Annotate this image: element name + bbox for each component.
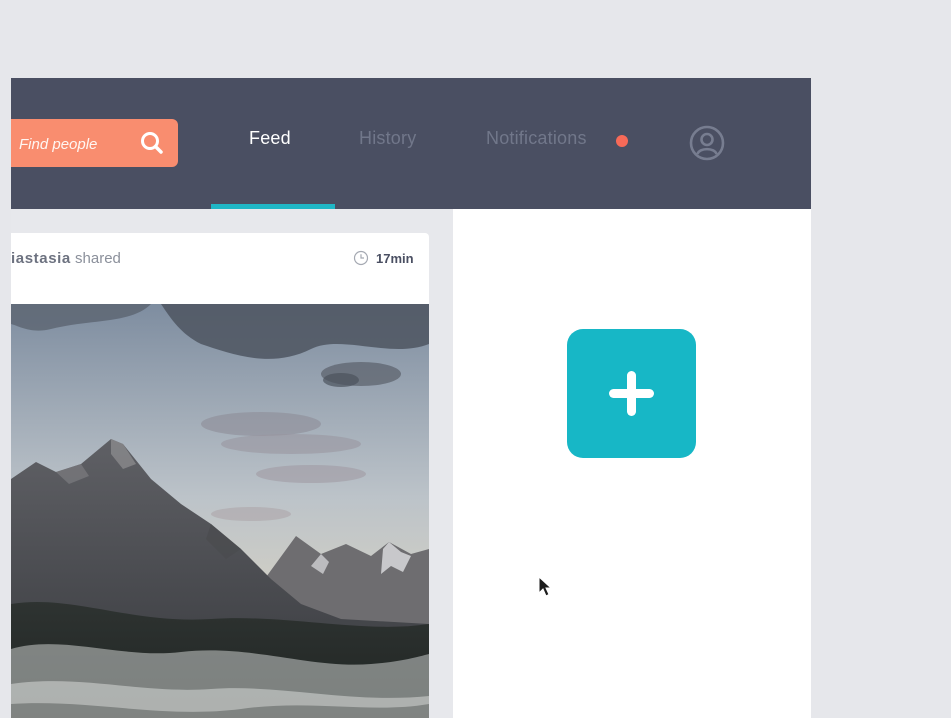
tab-history[interactable]: History: [359, 128, 416, 149]
add-button[interactable]: [567, 329, 696, 458]
post-action: shared: [75, 250, 121, 267]
search-box: [11, 119, 178, 167]
notification-badge: [616, 135, 628, 147]
user-circle-icon[interactable]: [688, 124, 726, 162]
search-input[interactable]: [17, 131, 131, 157]
clock-icon: [353, 250, 369, 266]
author-name[interactable]: iastasia: [11, 250, 71, 267]
tab-notifications[interactable]: Notifications: [486, 128, 587, 149]
feed-post-card[interactable]: iastasia shared 17min: [11, 233, 429, 718]
side-panel: [453, 209, 811, 718]
post-header: iastasia shared 17min: [11, 233, 429, 304]
top-navbar: Feed History Notifications: [11, 78, 811, 209]
app-window: Feed History Notifications iastasia shar…: [11, 78, 811, 718]
active-tab-indicator: [211, 204, 335, 209]
search-icon[interactable]: [139, 130, 165, 156]
post-photo[interactable]: [11, 304, 429, 718]
post-timestamp: 17min: [376, 251, 414, 266]
mouse-cursor-icon: [538, 576, 553, 597]
tab-feed[interactable]: Feed: [249, 128, 291, 149]
post-author-line: iastasia shared: [11, 250, 121, 267]
